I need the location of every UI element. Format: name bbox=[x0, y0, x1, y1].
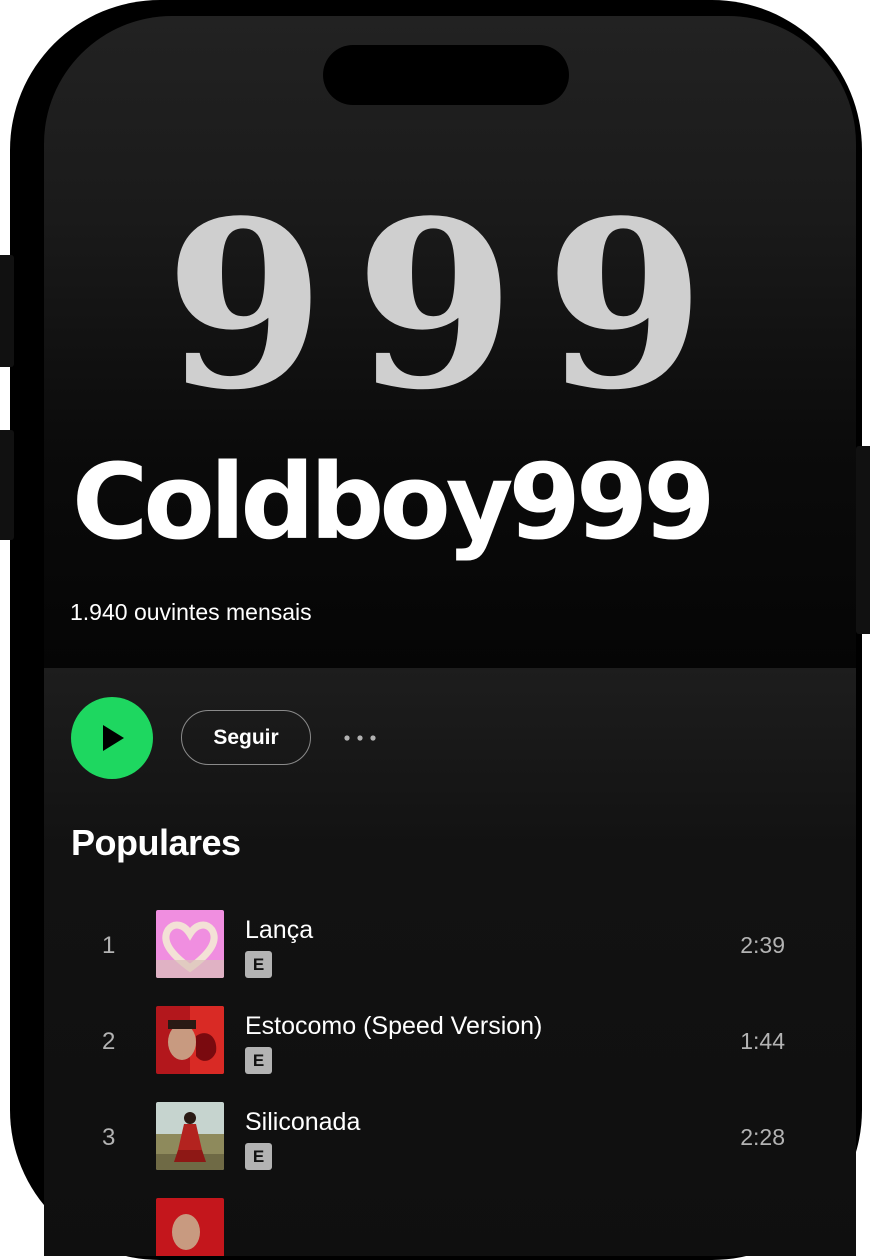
track-rank: 1 bbox=[102, 932, 116, 959]
popular-section-title: Populares bbox=[71, 822, 241, 863]
phone-side-button bbox=[0, 255, 14, 367]
dynamic-island bbox=[323, 45, 569, 105]
artist-content: Seguir Populares 1 Lança E 2:39 2 Estoco… bbox=[44, 668, 856, 1256]
track-rank: 3 bbox=[102, 1124, 116, 1151]
track-cover-image bbox=[156, 1102, 224, 1170]
artist-name: Coldboy999 bbox=[72, 441, 716, 563]
track-title: Estocomo (Speed Version) bbox=[245, 1012, 543, 1040]
monthly-listeners: 1.940 ouvintes mensais bbox=[70, 599, 312, 625]
explicit-badge: E bbox=[245, 1143, 272, 1170]
track-title: Siliconada bbox=[245, 1108, 361, 1136]
play-button[interactable] bbox=[71, 697, 153, 779]
explicit-badge: E bbox=[245, 951, 272, 978]
play-icon bbox=[103, 725, 124, 751]
explicit-badge: E bbox=[245, 1047, 272, 1074]
track-rank: 2 bbox=[102, 1028, 116, 1055]
app-screen: 999 Coldboy999 1.940 ouvintes mensais Se… bbox=[44, 16, 856, 1256]
phone-side-button bbox=[0, 430, 14, 540]
track-title: Lança bbox=[245, 916, 314, 944]
track-row[interactable]: 2 Estocomo (Speed Version) E 1:44 bbox=[44, 1006, 856, 1076]
track-row[interactable]: 1 Lança E 2:39 bbox=[44, 910, 856, 980]
track-cover-image bbox=[156, 910, 224, 978]
svg-text:999: 999 bbox=[165, 186, 735, 416]
track-cover-image bbox=[156, 1006, 224, 1074]
track-duration: 1:44 bbox=[740, 1028, 785, 1054]
track-duration: 2:28 bbox=[740, 1124, 785, 1150]
phone-frame: 999 Coldboy999 1.940 ouvintes mensais Se… bbox=[10, 0, 862, 1260]
artist-logo-image: 999 bbox=[165, 186, 735, 416]
phone-power-button bbox=[856, 446, 870, 634]
follow-button[interactable]: Seguir bbox=[181, 710, 311, 765]
track-row[interactable]: 3 Siliconada E 2:28 bbox=[44, 1102, 856, 1172]
more-horizontal-icon bbox=[344, 735, 376, 741]
track-duration: 2:39 bbox=[740, 932, 785, 958]
more-options-button[interactable] bbox=[340, 723, 380, 753]
